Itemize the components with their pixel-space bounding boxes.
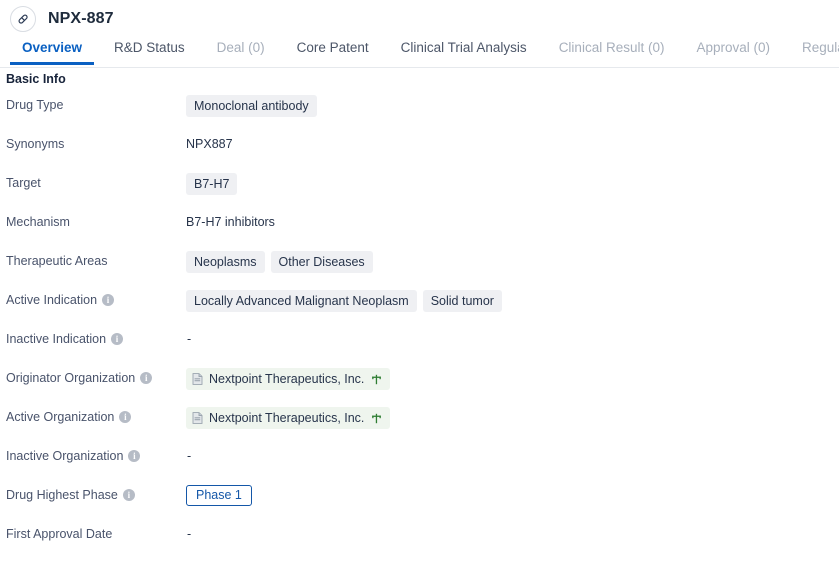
field-label-text: Therapeutic Areas	[6, 254, 108, 268]
field-label-target: Target	[0, 173, 186, 191]
field-row-inactive-indication: Inactive Indication i -	[0, 329, 839, 368]
field-label-text: Target	[6, 176, 41, 190]
field-row-drug-type: Drug Type Monoclonal antibody	[0, 95, 839, 134]
value-chip[interactable]: B7-H7	[186, 173, 238, 195]
tab-core-patent[interactable]: Core Patent	[281, 38, 385, 64]
field-row-target: Target B7-H7	[0, 173, 839, 212]
empty-value: -	[187, 332, 192, 346]
info-icon[interactable]: i	[111, 333, 124, 345]
field-row-first-approval-date: First Approval Date -	[0, 524, 839, 563]
tab-overview[interactable]: Overview	[6, 38, 98, 65]
field-label-text: Active Organization	[6, 410, 115, 424]
basic-info-field-list: Drug Type Monoclonal antibody Synonyms NPX8…	[0, 87, 839, 563]
organization-chip[interactable]: Nextpoint Therapeutics, Inc.	[186, 407, 391, 429]
field-row-synonyms: Synonyms NPX887	[0, 134, 839, 173]
field-label-mechanism: Mechanism	[0, 212, 186, 230]
field-label-drug-highest-phase: Drug Highest Phase i	[0, 485, 186, 503]
section-title-basic-info: Basic Info	[6, 72, 66, 86]
field-label-originator-organization: Originator Organization i	[0, 368, 186, 386]
field-value-target: B7-H7	[186, 173, 839, 195]
field-value-mechanism: B7-H7 inhibitors	[186, 212, 839, 232]
field-value-originator-organization: Nextpoint Therapeutics, Inc.	[186, 368, 839, 390]
tab-bar: Overview R&D Status Deal (0) Core Patent Cli…	[0, 38, 839, 68]
field-label-inactive-organization: Inactive Organization i	[0, 446, 186, 464]
field-label-inactive-indication: Inactive Indication i	[0, 329, 186, 347]
tab-regulatory-review-0[interactable]: Regulatory Review (0)	[786, 38, 839, 64]
field-label-text: Mechanism	[6, 215, 70, 229]
field-row-mechanism: Mechanism B7-H7 inhibitors	[0, 212, 839, 251]
info-icon[interactable]: i	[119, 411, 132, 423]
field-label-synonyms: Synonyms	[0, 134, 186, 152]
field-value-drug-highest-phase: Phase 1	[186, 485, 839, 506]
field-row-originator-organization: Originator Organization i Nextpoint Therap…	[0, 368, 839, 407]
info-icon[interactable]: i	[102, 294, 115, 306]
field-label-text: Active Indication	[6, 293, 98, 307]
value-chip[interactable]: Solid tumor	[422, 290, 502, 312]
tab-approval-0[interactable]: Approval (0)	[680, 38, 786, 64]
field-label-text: Inactive Organization	[6, 449, 124, 463]
value-text: B7-H7 inhibitors	[186, 215, 275, 229]
field-label-drug-type: Drug Type	[0, 95, 186, 113]
organization-chip[interactable]: Nextpoint Therapeutics, Inc.	[186, 368, 391, 390]
field-label-text: Synonyms	[6, 137, 65, 151]
field-label-text: Inactive Indication	[6, 332, 107, 346]
field-value-synonyms: NPX887	[186, 134, 839, 154]
field-value-active-organization: Nextpoint Therapeutics, Inc.	[186, 407, 839, 429]
value-text: NPX887	[186, 137, 233, 151]
tab-clinical-trial-analysis[interactable]: Clinical Trial Analysis	[385, 38, 543, 64]
field-row-therapeutic-areas: Therapeutic Areas Neoplasms Other Diseases	[0, 251, 839, 290]
tab-clinical-result-0[interactable]: Clinical Result (0)	[543, 38, 681, 64]
info-icon[interactable]: i	[140, 372, 153, 384]
value-chip[interactable]: Other Diseases	[270, 251, 373, 273]
organization-name: Nextpoint Therapeutics, Inc.	[209, 411, 365, 425]
field-label-text: Originator Organization	[6, 371, 136, 385]
tab-r-d-status[interactable]: R&D Status	[98, 38, 201, 64]
field-label-first-approval-date: First Approval Date	[0, 524, 186, 542]
field-label-therapeutic-areas: Therapeutic Areas	[0, 251, 186, 269]
field-label-text: Drug Highest Phase	[6, 488, 118, 502]
page-header: NPX-887	[0, 0, 839, 38]
field-value-drug-type: Monoclonal antibody	[186, 95, 839, 117]
field-label-text: Drug Type	[6, 98, 64, 112]
field-row-active-organization: Active Organization i Nextpoint Therapeuti…	[0, 407, 839, 446]
field-value-therapeutic-areas: Neoplasms Other Diseases	[186, 251, 839, 273]
value-chip[interactable]: Neoplasms	[186, 251, 265, 273]
empty-value: -	[187, 449, 192, 463]
field-value-inactive-indication: -	[186, 329, 839, 349]
field-label-text: First Approval Date	[6, 527, 113, 541]
field-value-active-indication: Locally Advanced Malignant Neoplasm Solid…	[186, 290, 839, 312]
field-row-inactive-organization: Inactive Organization i -	[0, 446, 839, 485]
info-icon[interactable]: i	[122, 489, 135, 501]
organization-name: Nextpoint Therapeutics, Inc.	[209, 372, 365, 386]
value-chip[interactable]: Locally Advanced Malignant Neoplasm	[186, 290, 417, 312]
field-row-drug-highest-phase: Drug Highest Phase i Phase 1	[0, 485, 839, 524]
field-label-active-organization: Active Organization i	[0, 407, 186, 425]
value-chip[interactable]: Monoclonal antibody	[186, 95, 317, 117]
drug-highest-phase-badge[interactable]: Phase 1	[186, 485, 252, 506]
empty-value: -	[187, 527, 192, 541]
tab-deal-0[interactable]: Deal (0)	[201, 38, 281, 64]
field-row-active-indication: Active Indication i Locally Advanced Malig…	[0, 290, 839, 329]
field-label-active-indication: Active Indication i	[0, 290, 186, 308]
field-value-first-approval-date: -	[186, 524, 839, 544]
field-value-inactive-organization: -	[186, 446, 839, 466]
info-icon[interactable]: i	[128, 450, 141, 462]
page-title: NPX-887	[48, 10, 114, 27]
capsule-pill-icon	[10, 6, 36, 32]
